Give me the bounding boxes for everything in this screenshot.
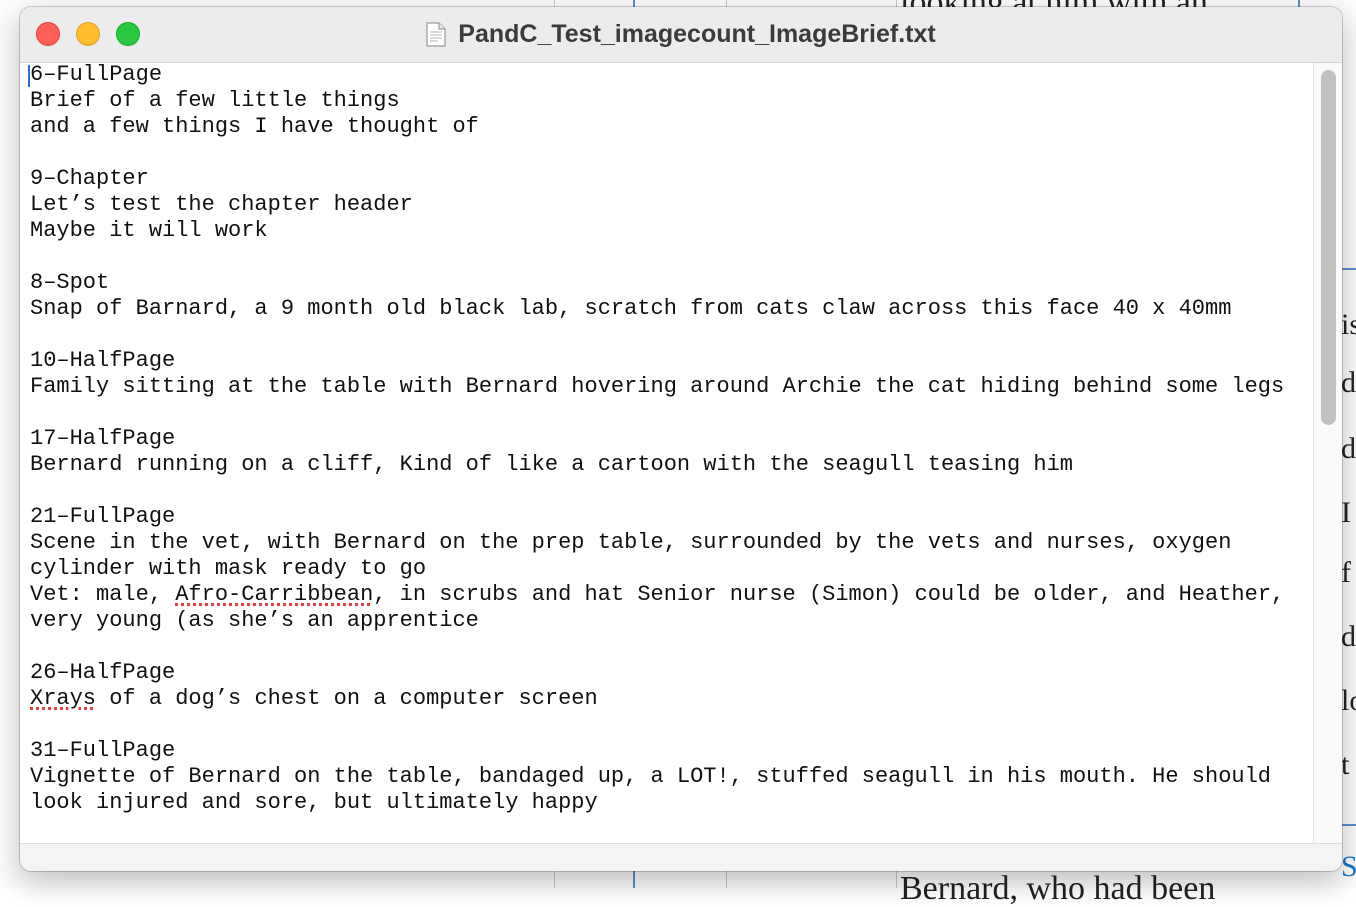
document-text[interactable]: 6–FullPage Brief of a few little things an…	[30, 63, 1284, 816]
background-edge-char: d	[1341, 432, 1356, 465]
background-edge-char: t	[1341, 748, 1350, 781]
textedit-window: PandC_Test_imagecount_ImageBrief.txt 6–F…	[20, 7, 1342, 871]
text-line[interactable]: Family sitting at the table with Bernard…	[30, 374, 1284, 400]
text-line[interactable]: 31–FullPage	[30, 738, 1284, 764]
background-edge-char: d	[1341, 620, 1356, 653]
text-line[interactable]	[30, 140, 1284, 166]
text-line[interactable]: Xrays of a dog’s chest on a computer scr…	[30, 686, 1284, 712]
text-line[interactable]	[30, 400, 1284, 426]
background-bottom-text: Bernard, who had been	[900, 870, 1216, 907]
title-bar[interactable]: PandC_Test_imagecount_ImageBrief.txt	[20, 7, 1342, 63]
misspelled-word[interactable]: Xrays	[30, 686, 96, 711]
text-line[interactable]: and a few things I have thought of	[30, 114, 1284, 140]
background-edge-char: f	[1341, 556, 1351, 589]
text-line[interactable]: 8–Spot	[30, 270, 1284, 296]
text-line[interactable]: Snap of Barnard, a 9 month old black lab…	[30, 296, 1284, 322]
text-line[interactable]: Let’s test the chapter header	[30, 192, 1284, 218]
text-line[interactable]: 10–HalfPage	[30, 348, 1284, 374]
text-line[interactable]: Maybe it will work	[30, 218, 1284, 244]
text-line[interactable]: Brief of a few little things	[30, 88, 1284, 114]
background-edge-char: S	[1341, 850, 1356, 883]
text-line[interactable]: 9–Chapter	[30, 166, 1284, 192]
text-line[interactable]	[30, 712, 1284, 738]
window-title: PandC_Test_imagecount_ImageBrief.txt	[458, 20, 936, 48]
background-edge-char: is	[1341, 308, 1356, 341]
text-line[interactable]	[30, 244, 1284, 270]
text-line[interactable]: 17–HalfPage	[30, 426, 1284, 452]
text-line[interactable]: cylinder with mask ready to go	[30, 556, 1284, 582]
text-line[interactable]: Bernard running on a cliff, Kind of like…	[30, 452, 1284, 478]
text-line[interactable]	[30, 478, 1284, 504]
text-line[interactable]: Scene in the vet, with Bernard on the pr…	[30, 530, 1284, 556]
title-wrap: PandC_Test_imagecount_ImageBrief.txt	[20, 7, 1342, 62]
text-editor-area[interactable]: 6–FullPage Brief of a few little things an…	[20, 63, 1313, 843]
text-line[interactable]: 26–HalfPage	[30, 660, 1284, 686]
text-line[interactable]: Vignette of Bernard on the table, bandag…	[30, 764, 1284, 790]
misspelled-word[interactable]: Afro-Carribbean	[175, 582, 373, 607]
text-document-icon[interactable]	[426, 22, 446, 47]
text-line[interactable]	[30, 634, 1284, 660]
horizontal-scroll-area	[20, 843, 1342, 871]
background-frame-line	[1342, 268, 1356, 270]
text-line[interactable]: look injured and sore, but ultimately ha…	[30, 790, 1284, 816]
background-edge-char: I	[1341, 496, 1351, 529]
text-line[interactable]	[30, 322, 1284, 348]
text-line[interactable]: 21–FullPage	[30, 504, 1284, 530]
background-edge-char: d	[1341, 366, 1356, 399]
vertical-scrollbar[interactable]	[1313, 63, 1342, 843]
text-line[interactable]: Vet: male, Afro-Carribbean, in scrubs an…	[30, 582, 1284, 608]
text-line[interactable]: very young (as she’s an apprentice	[30, 608, 1284, 634]
background-frame-line	[1342, 824, 1356, 826]
text-line[interactable]: 6–FullPage	[30, 63, 1284, 88]
background-edge-char: lo	[1341, 684, 1356, 717]
scrollbar-thumb[interactable]	[1321, 70, 1336, 425]
